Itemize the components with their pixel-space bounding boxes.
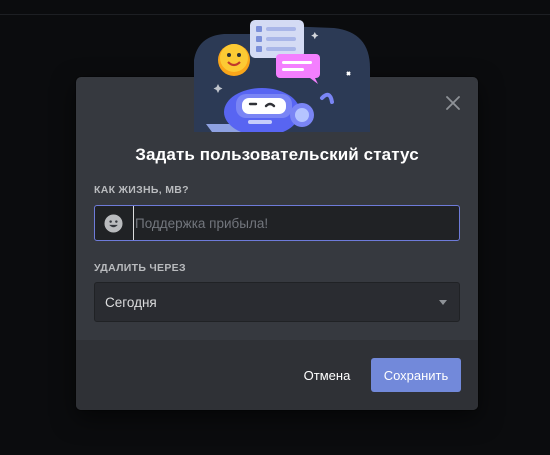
- save-button[interactable]: Сохранить: [371, 358, 461, 392]
- close-icon: [446, 96, 460, 110]
- close-button[interactable]: [440, 90, 466, 116]
- clear-after-label: УДАЛИТЬ ЧЕРЕЗ: [94, 262, 186, 274]
- modal-title: Задать пользовательский статус: [135, 145, 419, 164]
- clear-after-value: Сегодня: [105, 295, 157, 310]
- backdrop-divider: [0, 14, 550, 15]
- chevron-down-icon: [439, 300, 447, 305]
- smiley-face-icon: [218, 44, 250, 76]
- cancel-button[interactable]: Отмена: [296, 358, 358, 392]
- wumpus-status-illustration: [194, 20, 370, 132]
- status-field: [94, 205, 460, 241]
- status-field-label: КАК ЖИЗНЬ, МВ?: [94, 184, 189, 196]
- list-card-icon: [250, 20, 304, 58]
- smiley-emoji-icon[interactable]: [104, 214, 123, 233]
- clear-after-select[interactable]: Сегодня: [94, 282, 460, 322]
- status-input[interactable]: [133, 206, 455, 240]
